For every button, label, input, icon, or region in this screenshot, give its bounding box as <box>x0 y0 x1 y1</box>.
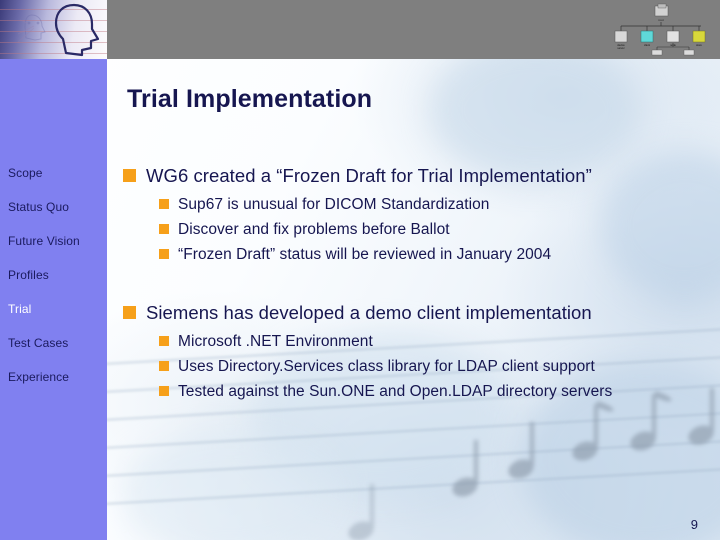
slide-sidebar-nav: Scope Status Quo Future Vision Profiles … <box>0 59 107 540</box>
sidebar-item-trial[interactable]: Trial <box>8 302 31 316</box>
bullet-text: Siemens has developed a demo client impl… <box>146 302 592 323</box>
sidebar-item-experience[interactable]: Experience <box>8 370 69 384</box>
page-title: Trial Implementation <box>127 85 373 113</box>
sidebar-item-label: Status Quo <box>8 200 70 214</box>
sidebar-item-label: Scope <box>8 166 43 180</box>
bullet-text: Discover and fix problems before Ballot <box>178 221 450 238</box>
bullet-group-2: Siemens has developed a demo client impl… <box>123 300 720 403</box>
bullet-square-icon <box>159 336 169 346</box>
bullet-item-level1: Siemens has developed a demo client impl… <box>123 300 720 326</box>
bullet-list: WG6 created a “Frozen Draft for Trial Im… <box>123 163 720 413</box>
svg-text:server: server <box>617 46 624 50</box>
sidebar-item-label: Profiles <box>8 268 49 282</box>
bullet-text: Microsoft .NET Environment <box>178 333 373 350</box>
logo-panel <box>0 0 107 59</box>
bullet-square-icon <box>159 361 169 371</box>
bullet-text: Sup67 is unusual for DICOM Standardizati… <box>178 196 490 213</box>
svg-text:client: client <box>644 43 650 47</box>
presentation-slide: root device server client node store Sco… <box>0 0 720 540</box>
sidebar-item-scope[interactable]: Scope <box>8 166 43 180</box>
bullet-text: WG6 created a “Frozen Draft for Trial Im… <box>146 165 592 186</box>
slide-content: Trial Implementation WG6 created a “Froz… <box>107 59 720 540</box>
bullet-item-level1: WG6 created a “Frozen Draft for Trial Im… <box>123 163 720 189</box>
svg-text:root: root <box>658 18 663 22</box>
bullet-group-spacer <box>123 276 720 300</box>
sidebar-item-label: Future Vision <box>8 234 80 248</box>
sidebar-item-label: Test Cases <box>8 336 69 350</box>
bullet-item-level2: Sup67 is unusual for DICOM Standardizati… <box>159 193 720 216</box>
network-hierarchy-diagram-icon: root device server client node store <box>614 3 706 56</box>
bullet-square-icon <box>159 249 169 259</box>
sidebar-item-label: Trial <box>8 302 32 316</box>
bullet-text: Tested against the Sun.ONE and Open.LDAP… <box>178 383 613 400</box>
sidebar-item-label: Experience <box>8 370 70 384</box>
bullet-square-icon <box>159 199 169 209</box>
bullet-square-icon <box>123 169 136 182</box>
bullet-item-level2: Tested against the Sun.ONE and Open.LDAP… <box>159 380 720 403</box>
bullet-item-level2: “Frozen Draft” status will be reviewed i… <box>159 243 720 266</box>
sidebar-item-future-vision[interactable]: Future Vision <box>8 234 80 248</box>
sidebar-item-profiles[interactable]: Profiles <box>8 268 49 282</box>
bullet-item-level2: Microsoft .NET Environment <box>159 330 720 353</box>
sidebar-item-status-quo[interactable]: Status Quo <box>8 200 69 214</box>
sidebar-item-test-cases[interactable]: Test Cases <box>8 336 68 350</box>
bullet-square-icon <box>123 306 136 319</box>
bullet-item-level2: Discover and fix problems before Ballot <box>159 218 720 241</box>
bullet-group-1: WG6 created a “Frozen Draft for Trial Im… <box>123 163 720 266</box>
page-number: 9 <box>690 517 698 532</box>
bullet-item-level2: Uses Directory.Services class library fo… <box>159 355 720 378</box>
svg-text:store: store <box>696 43 702 47</box>
bullet-square-icon <box>159 224 169 234</box>
bullet-text: “Frozen Draft” status will be reviewed i… <box>178 246 552 263</box>
head-profile-outline-icon <box>54 3 100 57</box>
bullet-square-icon <box>159 386 169 396</box>
bullet-text: Uses Directory.Services class library fo… <box>178 358 595 375</box>
